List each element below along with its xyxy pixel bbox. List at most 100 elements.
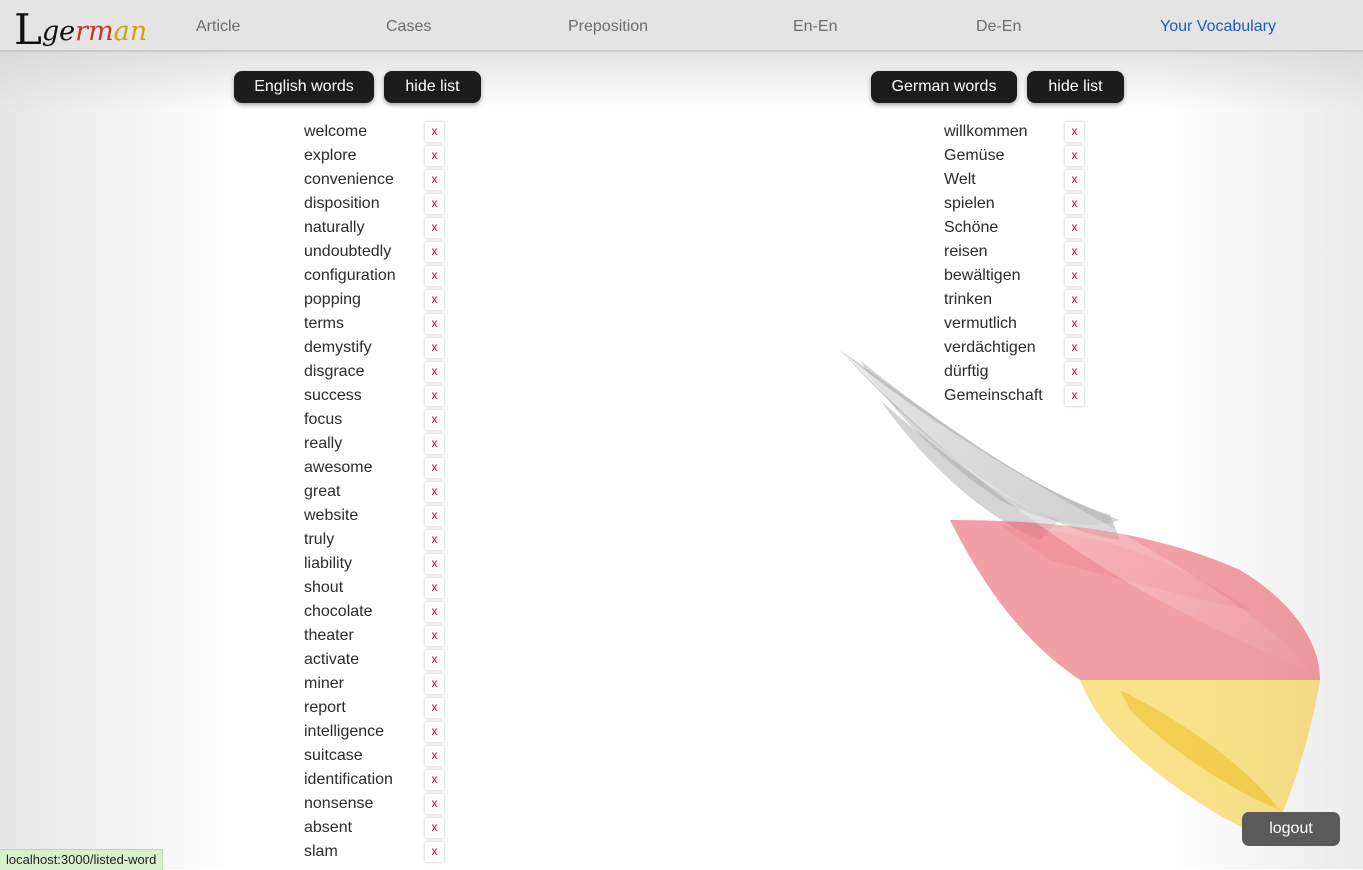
word-list-item: Welt x — [944, 168, 1085, 192]
word-text: activate — [304, 651, 360, 668]
word-text: miner — [304, 675, 345, 692]
word-text: nonsense — [304, 795, 374, 812]
word-list-item: Schöne x — [944, 216, 1085, 240]
delete-word-button[interactable]: x — [1065, 386, 1084, 406]
word-list-item: great x — [304, 480, 445, 504]
delete-word-button[interactable]: x — [425, 650, 444, 670]
word-list-item: Gemüse x — [944, 144, 1085, 168]
word-text: naturally — [304, 219, 365, 236]
nav-link-preposition[interactable]: Preposition — [568, 0, 648, 52]
delete-word-button[interactable]: x — [425, 770, 444, 790]
delete-word-button[interactable]: x — [425, 698, 444, 718]
delete-word-button[interactable]: x — [1065, 362, 1084, 382]
word-text: willkommen — [944, 123, 1028, 140]
word-text: verdächtigen — [944, 339, 1036, 356]
delete-word-button[interactable]: x — [425, 410, 444, 430]
logout-button[interactable]: logout — [1242, 812, 1340, 846]
english-hide-list-button[interactable]: hide list — [384, 71, 481, 103]
lgerman-logo[interactable]: Lgerman — [14, 6, 147, 51]
word-list-item: bewältigen x — [944, 264, 1085, 288]
delete-word-button[interactable]: x — [425, 482, 444, 502]
word-text: truly — [304, 531, 335, 548]
word-list-item: success x — [304, 384, 445, 408]
word-list-item: focus x — [304, 408, 445, 432]
word-text: slam — [304, 843, 338, 860]
delete-word-button[interactable]: x — [425, 626, 444, 646]
delete-word-button[interactable]: x — [1065, 242, 1084, 262]
delete-word-button[interactable]: x — [1065, 338, 1084, 358]
delete-word-button[interactable]: x — [1065, 146, 1084, 166]
delete-word-button[interactable]: x — [1065, 290, 1084, 310]
delete-word-button[interactable]: x — [1065, 314, 1084, 334]
delete-word-button[interactable]: x — [425, 434, 444, 454]
word-text: spielen — [944, 195, 995, 212]
word-text: reisen — [944, 243, 988, 260]
delete-word-button[interactable]: x — [425, 746, 444, 766]
nav-link-cases[interactable]: Cases — [386, 0, 431, 52]
delete-word-button[interactable]: x — [425, 818, 444, 838]
word-list-item: undoubtedly x — [304, 240, 445, 264]
word-list-item: really x — [304, 432, 445, 456]
delete-word-button[interactable]: x — [1065, 170, 1084, 190]
word-list-item: explore x — [304, 144, 445, 168]
nav-link-de-en[interactable]: De-En — [976, 0, 1021, 52]
word-list-item: vermutlich x — [944, 312, 1085, 336]
delete-word-button[interactable]: x — [425, 506, 444, 526]
word-list-item: shout x — [304, 576, 445, 600]
word-text: report — [304, 699, 346, 716]
delete-word-button[interactable]: x — [1065, 266, 1084, 286]
delete-word-button[interactable]: x — [425, 314, 444, 334]
delete-word-button[interactable]: x — [425, 266, 444, 286]
word-list-item: truly x — [304, 528, 445, 552]
word-list-item: chocolate x — [304, 600, 445, 624]
delete-word-button[interactable]: x — [425, 146, 444, 166]
delete-word-button[interactable]: x — [425, 602, 444, 622]
delete-word-button[interactable]: x — [425, 362, 444, 382]
word-list-item: absent x — [304, 816, 445, 840]
english-words-button[interactable]: English words — [234, 71, 374, 103]
delete-word-button[interactable]: x — [425, 290, 444, 310]
delete-word-button[interactable]: x — [425, 674, 444, 694]
page-background — [0, 0, 1363, 869]
delete-word-button[interactable]: x — [425, 458, 444, 478]
word-list-item: configuration x — [304, 264, 445, 288]
delete-word-button[interactable]: x — [1065, 194, 1084, 214]
word-list-item: disposition x — [304, 192, 445, 216]
delete-word-button[interactable]: x — [425, 842, 444, 862]
delete-word-button[interactable]: x — [425, 122, 444, 142]
word-text: popping — [304, 291, 361, 308]
delete-word-button[interactable]: x — [425, 530, 444, 550]
german-words-button[interactable]: German words — [871, 71, 1017, 103]
delete-word-button[interactable]: x — [1065, 122, 1084, 142]
word-list-item: willkommen x — [944, 120, 1085, 144]
delete-word-button[interactable]: x — [425, 794, 444, 814]
word-text: Schöne — [944, 219, 999, 236]
word-text: suitcase — [304, 747, 363, 764]
delete-word-button[interactable]: x — [1065, 218, 1084, 238]
nav-link-your-vocabulary[interactable]: Your Vocabulary — [1160, 0, 1276, 52]
german-hide-list-button[interactable]: hide list — [1027, 71, 1124, 103]
nav-link-article[interactable]: Article — [196, 0, 240, 52]
word-text: identification — [304, 771, 393, 788]
word-text: explore — [304, 147, 357, 164]
word-text: Welt — [944, 171, 976, 188]
word-list-item: activate x — [304, 648, 445, 672]
word-list-item: demystify x — [304, 336, 445, 360]
delete-word-button[interactable]: x — [425, 242, 444, 262]
delete-word-button[interactable]: x — [425, 722, 444, 742]
delete-word-button[interactable]: x — [425, 578, 444, 598]
word-text: disgrace — [304, 363, 365, 380]
delete-word-button[interactable]: x — [425, 338, 444, 358]
word-list-item: disgrace x — [304, 360, 445, 384]
delete-word-button[interactable]: x — [425, 218, 444, 238]
delete-word-button[interactable]: x — [425, 194, 444, 214]
delete-word-button[interactable]: x — [425, 386, 444, 406]
delete-word-button[interactable]: x — [425, 554, 444, 574]
word-list-item: dürftig x — [944, 360, 1085, 384]
word-text: configuration — [304, 267, 396, 284]
delete-word-button[interactable]: x — [425, 170, 444, 190]
nav-link-en-en[interactable]: En-En — [793, 0, 837, 52]
word-list-item: Gemeinschaft x — [944, 384, 1085, 408]
word-text: chocolate — [304, 603, 373, 620]
word-list-item: suitcase x — [304, 744, 445, 768]
